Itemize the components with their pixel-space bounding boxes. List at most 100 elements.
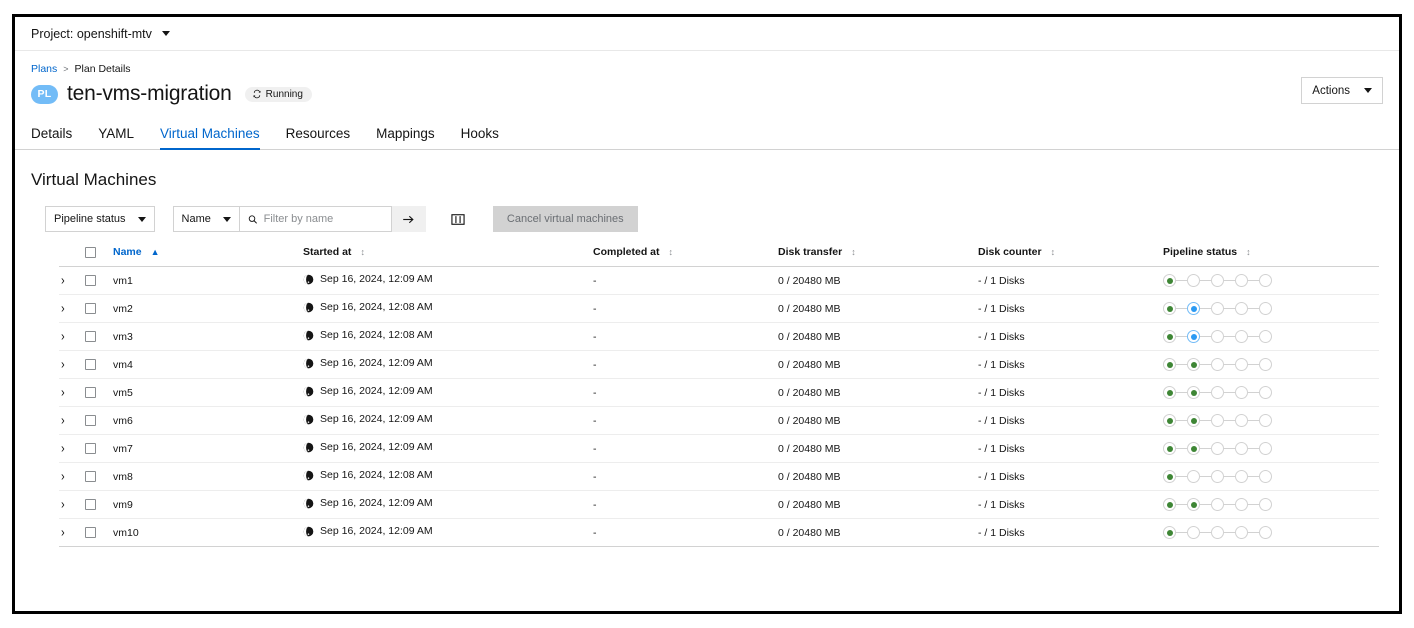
- pipeline-step-pending[interactable]: [1235, 302, 1248, 315]
- cell-name: vm7: [113, 434, 303, 463]
- app-window: Project: openshift-mtv Plans > Plan Deta…: [12, 14, 1402, 614]
- pipeline-step-done[interactable]: [1163, 526, 1176, 539]
- row-checkbox[interactable]: [85, 527, 96, 539]
- manage-columns-button[interactable]: [442, 206, 473, 232]
- pipeline-step-done[interactable]: [1163, 386, 1176, 399]
- pipeline-step-pending[interactable]: [1259, 330, 1272, 343]
- tab-virtual-machines[interactable]: Virtual Machines: [147, 126, 273, 150]
- chevron-right-icon[interactable]: ›: [59, 498, 65, 512]
- tab-mappings[interactable]: Mappings: [363, 126, 448, 149]
- row-checkbox[interactable]: [85, 331, 96, 343]
- row-checkbox[interactable]: [85, 275, 96, 287]
- pipeline-step-done[interactable]: [1187, 414, 1200, 427]
- pipeline-step-pending[interactable]: [1211, 442, 1224, 455]
- pipeline-step-pending[interactable]: [1211, 386, 1224, 399]
- pipeline-status-filter-dropdown[interactable]: Pipeline status: [45, 206, 155, 232]
- pipeline-step-pending[interactable]: [1235, 274, 1248, 287]
- project-selector-bar[interactable]: Project: openshift-mtv: [15, 17, 1399, 51]
- pipeline-step-running[interactable]: [1187, 302, 1200, 315]
- pipeline-step-done[interactable]: [1163, 498, 1176, 511]
- col-expand: [59, 246, 85, 267]
- pipeline-step-pending[interactable]: [1211, 358, 1224, 371]
- pipeline-step-pending[interactable]: [1235, 470, 1248, 483]
- pipeline-step-pending[interactable]: [1259, 470, 1272, 483]
- chevron-right-icon[interactable]: ›: [59, 526, 65, 540]
- chevron-right-icon[interactable]: ›: [59, 358, 65, 372]
- pipeline-step-pending[interactable]: [1211, 274, 1224, 287]
- cancel-virtual-machines-button[interactable]: Cancel virtual machines: [492, 206, 638, 232]
- pipeline-step-done[interactable]: [1187, 498, 1200, 511]
- pipeline-step-done[interactable]: [1163, 414, 1176, 427]
- col-started-at[interactable]: Started at ↕: [303, 246, 593, 267]
- col-completed-at[interactable]: Completed at ↕: [593, 246, 778, 267]
- row-checkbox[interactable]: [85, 499, 96, 511]
- pipeline-step-pending[interactable]: [1235, 526, 1248, 539]
- chevron-right-icon[interactable]: ›: [59, 330, 65, 344]
- pipeline-step-pending[interactable]: [1235, 330, 1248, 343]
- pipeline-step-done[interactable]: [1187, 442, 1200, 455]
- chevron-right-icon[interactable]: ›: [59, 302, 65, 316]
- row-checkbox[interactable]: [85, 471, 96, 483]
- pipeline-step-done[interactable]: [1163, 470, 1176, 483]
- pipeline-step-pending[interactable]: [1211, 470, 1224, 483]
- row-checkbox[interactable]: [85, 359, 96, 371]
- tab-hooks[interactable]: Hooks: [448, 126, 512, 149]
- pipeline-step-pending[interactable]: [1187, 274, 1200, 287]
- chevron-right-icon[interactable]: ›: [59, 442, 65, 456]
- attribute-filter-dropdown[interactable]: Name: [172, 206, 240, 232]
- pipeline-step-pending[interactable]: [1259, 358, 1272, 371]
- cell-name: vm8: [113, 462, 303, 491]
- pipeline-step-pending[interactable]: [1235, 386, 1248, 399]
- pipeline-step-done[interactable]: [1163, 274, 1176, 287]
- pipeline-step-pending[interactable]: [1235, 498, 1248, 511]
- row-checkbox[interactable]: [85, 415, 96, 427]
- col-disk-counter[interactable]: Disk counter ↕: [978, 246, 1163, 267]
- pipeline-step-running[interactable]: [1187, 330, 1200, 343]
- pipeline-step-pending[interactable]: [1211, 414, 1224, 427]
- row-checkbox[interactable]: [85, 443, 96, 455]
- pipeline-step-pending[interactable]: [1259, 526, 1272, 539]
- chevron-right-icon[interactable]: ›: [59, 386, 65, 400]
- col-pipeline-status[interactable]: Pipeline status ↕: [1163, 246, 1379, 267]
- disk-counter-label: - / 1 Disks: [978, 470, 1025, 483]
- pipeline-step-pending[interactable]: [1259, 442, 1272, 455]
- pipeline-step-done[interactable]: [1187, 358, 1200, 371]
- pipeline-step-done[interactable]: [1163, 302, 1176, 315]
- chevron-right-icon[interactable]: ›: [59, 274, 65, 288]
- pipeline-step-pending[interactable]: [1235, 442, 1248, 455]
- pipeline-step-done[interactable]: [1163, 442, 1176, 455]
- chevron-right-icon[interactable]: ›: [59, 414, 65, 428]
- search-submit-button[interactable]: [391, 206, 426, 232]
- pipeline-connector: [1224, 280, 1235, 281]
- row-checkbox[interactable]: [85, 387, 96, 399]
- select-all-checkbox[interactable]: [85, 246, 96, 258]
- pipeline-step-pending[interactable]: [1187, 526, 1200, 539]
- search-input[interactable]: [263, 213, 383, 225]
- cell-disk-counter: - / 1 Disks: [978, 518, 1163, 547]
- pipeline-step-pending[interactable]: [1211, 302, 1224, 315]
- pipeline-step-pending[interactable]: [1187, 470, 1200, 483]
- pipeline-step-done[interactable]: [1163, 330, 1176, 343]
- row-checkbox[interactable]: [85, 303, 96, 315]
- pipeline-step-pending[interactable]: [1259, 498, 1272, 511]
- pipeline-step-pending[interactable]: [1211, 498, 1224, 511]
- pipeline-step-done[interactable]: [1187, 386, 1200, 399]
- tab-yaml[interactable]: YAML: [85, 126, 147, 149]
- pipeline-step-pending[interactable]: [1211, 330, 1224, 343]
- pipeline-step-pending[interactable]: [1259, 414, 1272, 427]
- pipeline-step-done[interactable]: [1163, 358, 1176, 371]
- col-disk-transfer[interactable]: Disk transfer ↕: [778, 246, 978, 267]
- breadcrumb-plans-link[interactable]: Plans: [31, 63, 57, 75]
- pipeline-step-pending[interactable]: [1259, 386, 1272, 399]
- pipeline-step-pending[interactable]: [1211, 526, 1224, 539]
- pipeline-step-pending[interactable]: [1235, 358, 1248, 371]
- row-expand-cell: ›: [59, 378, 85, 407]
- pipeline-step-pending[interactable]: [1259, 274, 1272, 287]
- tab-resources[interactable]: Resources: [273, 126, 364, 149]
- pipeline-step-pending[interactable]: [1235, 414, 1248, 427]
- tab-details[interactable]: Details: [31, 126, 85, 149]
- col-name[interactable]: Name ▲: [113, 246, 303, 267]
- pipeline-step-pending[interactable]: [1259, 302, 1272, 315]
- chevron-right-icon[interactable]: ›: [59, 470, 65, 484]
- actions-button[interactable]: Actions: [1301, 77, 1383, 104]
